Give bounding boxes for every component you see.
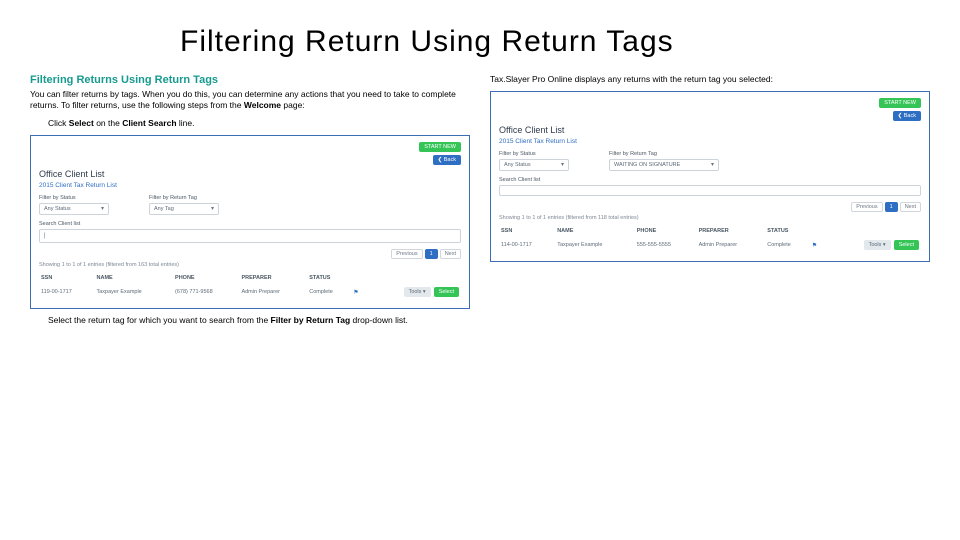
back-button[interactable]: ❮ Back <box>893 111 921 121</box>
filter-status-select[interactable]: Any Status <box>499 159 569 171</box>
filter-status-label: Filter by Status <box>39 195 109 201</box>
select-button[interactable]: Select <box>434 287 459 297</box>
cell-ssn: 119-00-1717 <box>39 284 95 300</box>
tools-button[interactable]: Tools ▾ <box>404 287 431 297</box>
flag-icon[interactable]: ⚑ <box>812 243 817 249</box>
note-b: Filter by Return Tag <box>271 315 351 325</box>
tools-button[interactable]: Tools ▾ <box>864 240 891 250</box>
col-phone: PHONE <box>635 225 697 237</box>
filter-status-label: Filter by Status <box>499 151 569 157</box>
start-new-button[interactable]: START NEW <box>419 142 461 152</box>
intro-bold: Welcome <box>244 100 281 110</box>
left-column: Filtering Returns Using Return Tags You … <box>30 74 470 333</box>
step1-b2: Client Search <box>122 118 176 128</box>
filter-tag-label: Filter by Return Tag <box>609 151 719 157</box>
filter-tag-select[interactable]: WAITING ON SIGNATURE <box>609 159 719 171</box>
cell-status: Complete <box>765 237 810 253</box>
cell-name: Taxpayer Example <box>555 237 635 253</box>
back-button[interactable]: ❮ Back <box>433 155 461 165</box>
intro-post: page: <box>281 100 305 110</box>
step1-pre: Click <box>48 118 69 128</box>
cell-phone: 555-555-5555 <box>635 237 697 253</box>
cell-phone: (678) 771-9568 <box>173 284 239 300</box>
search-label: Search Client list <box>499 177 921 183</box>
right-column: Tax.Slayer Pro Online displays any retur… <box>490 74 930 333</box>
panel-heading: Office Client List <box>39 169 461 179</box>
table-row: 119-00-1717 Taxpayer Example (678) 771-9… <box>39 284 461 300</box>
showing-text: Showing 1 to 1 of 1 entries (filtered fr… <box>499 215 921 221</box>
panel-subheading: 2015 Client Tax Return List <box>499 138 921 145</box>
col-phone: PHONE <box>173 272 239 284</box>
client-table: SSN NAME PHONE PREPARER STATUS 114-00-17… <box>499 225 921 253</box>
pager-next[interactable]: Next <box>900 202 921 212</box>
pager-page-1[interactable]: 1 <box>885 202 898 212</box>
pager-next[interactable]: Next <box>440 249 461 259</box>
pager: Previous 1 Next <box>39 249 461 259</box>
search-input[interactable] <box>499 185 921 196</box>
col-name: NAME <box>555 225 635 237</box>
panel-subheading: 2015 Client Tax Return List <box>39 182 461 189</box>
pager-prev[interactable]: Previous <box>851 202 882 212</box>
screenshot-panel-b: START NEW ❮ Back Office Client List 2015… <box>490 91 930 262</box>
client-table: SSN NAME PHONE PREPARER STATUS 119-00-17… <box>39 272 461 300</box>
col-preparer: PREPARER <box>239 272 307 284</box>
col-preparer: PREPARER <box>697 225 766 237</box>
col-status: STATUS <box>307 272 351 284</box>
search-input[interactable]: | <box>39 229 461 243</box>
table-header-row: SSN NAME PHONE PREPARER STATUS <box>39 272 461 284</box>
col-status: STATUS <box>765 225 810 237</box>
cell-preparer: Admin Preparer <box>697 237 766 253</box>
intro-paragraph: You can filter returns by tags. When you… <box>30 89 470 112</box>
pager-page-1[interactable]: 1 <box>425 249 438 259</box>
filter-status-select[interactable]: Any Status <box>39 203 109 215</box>
left-heading: Filtering Returns Using Return Tags <box>30 74 470 86</box>
pager: Previous 1 Next <box>499 202 921 212</box>
note-text: Select the return tag for which you want… <box>48 315 470 326</box>
panel-heading: Office Client List <box>499 125 921 135</box>
table-row: 114-00-1717 Taxpayer Example 555-555-555… <box>499 237 921 253</box>
select-button[interactable]: Select <box>894 240 919 250</box>
screenshot-panel-a: START NEW ❮ Back Office Client List 2015… <box>30 135 470 309</box>
cell-status: Complete <box>307 284 351 300</box>
step1-post: line. <box>177 118 195 128</box>
step-1: Click Select on the Client Search line. <box>48 118 470 129</box>
start-new-button[interactable]: START NEW <box>879 98 921 108</box>
slide-title: Filtering Return Using Return Tags <box>180 25 930 59</box>
cell-ssn: 114-00-1717 <box>499 237 555 253</box>
showing-text: Showing 1 to 1 of 1 entries (filtered fr… <box>39 262 461 268</box>
flag-icon[interactable]: ⚑ <box>353 290 358 296</box>
search-label: Search Client list <box>39 221 461 227</box>
pager-prev[interactable]: Previous <box>391 249 422 259</box>
cell-name: Taxpayer Example <box>95 284 174 300</box>
note-post: drop-down list. <box>350 315 408 325</box>
filter-tag-label: Filter by Return Tag <box>149 195 219 201</box>
col-ssn: SSN <box>499 225 555 237</box>
step1-b1: Select <box>69 118 94 128</box>
cell-preparer: Admin Preparer <box>239 284 307 300</box>
col-name: NAME <box>95 272 174 284</box>
col-ssn: SSN <box>39 272 95 284</box>
right-intro: Tax.Slayer Pro Online displays any retur… <box>490 74 930 85</box>
table-header-row: SSN NAME PHONE PREPARER STATUS <box>499 225 921 237</box>
step1-mid: on the <box>94 118 122 128</box>
filter-tag-select[interactable]: Any Tag <box>149 203 219 215</box>
note-pre: Select the return tag for which you want… <box>48 315 271 325</box>
